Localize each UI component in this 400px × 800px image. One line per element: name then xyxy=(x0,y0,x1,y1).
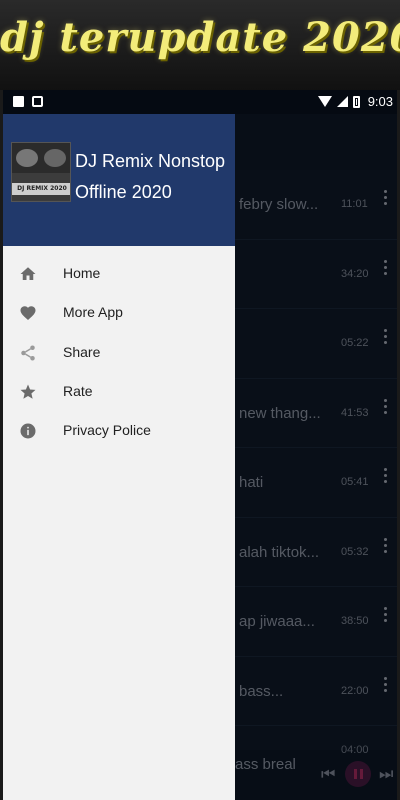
drawer-item-label: Share xyxy=(63,343,101,360)
battery-icon xyxy=(352,95,360,108)
app-logo: DJ REMIX 2020 xyxy=(11,142,71,202)
drawer-item-label: Home xyxy=(63,265,101,281)
navigation-drawer: DJ REMIX 2020 DJ Remix Nonstop Offline 2… xyxy=(3,114,235,800)
drawer-item-share[interactable]: Share xyxy=(3,333,235,372)
wifi-icon xyxy=(317,96,332,107)
drawer-item-home[interactable]: Home xyxy=(3,254,235,293)
drawer-header: DJ REMIX 2020 DJ Remix Nonstop Offline 2… xyxy=(3,114,235,246)
drawer-menu: Home More App Share Rate Privacy Police xyxy=(3,254,235,450)
drawer-item-label: Privacy Police xyxy=(63,422,151,439)
notification-icon xyxy=(13,96,24,107)
star-icon xyxy=(20,384,36,399)
info-icon xyxy=(20,423,36,439)
turntable-icon xyxy=(44,149,66,167)
status-bar: 9:03 xyxy=(3,90,397,114)
promo-banner: dj terupdate 2020 xyxy=(0,0,400,90)
signal-icon xyxy=(336,96,348,107)
drawer-title: DJ Remix Nonstop Offline 2020 xyxy=(75,151,226,202)
drawer-item-privacy-police[interactable]: Privacy Police xyxy=(3,411,235,450)
share-icon xyxy=(21,345,35,361)
home-icon xyxy=(20,267,36,280)
drawer-scrim[interactable] xyxy=(235,114,397,800)
status-time: 9:03 xyxy=(367,94,393,109)
drawer-item-label: More App xyxy=(63,304,123,321)
promo-title: dj terupdate 2020 xyxy=(0,14,400,61)
drawer-item-label: Rate xyxy=(63,382,93,399)
turntable-icon xyxy=(16,149,38,167)
drawer-item-more-app[interactable]: More App xyxy=(3,293,235,332)
notification-app-icon xyxy=(32,96,43,107)
phone-screen: 9:03 febry slow... 11:01 34:20 05:22 new xyxy=(0,90,400,800)
heart-icon xyxy=(20,306,36,321)
logo-text: DJ REMIX 2020 xyxy=(12,183,70,195)
drawer-item-rate[interactable]: Rate xyxy=(3,372,235,411)
